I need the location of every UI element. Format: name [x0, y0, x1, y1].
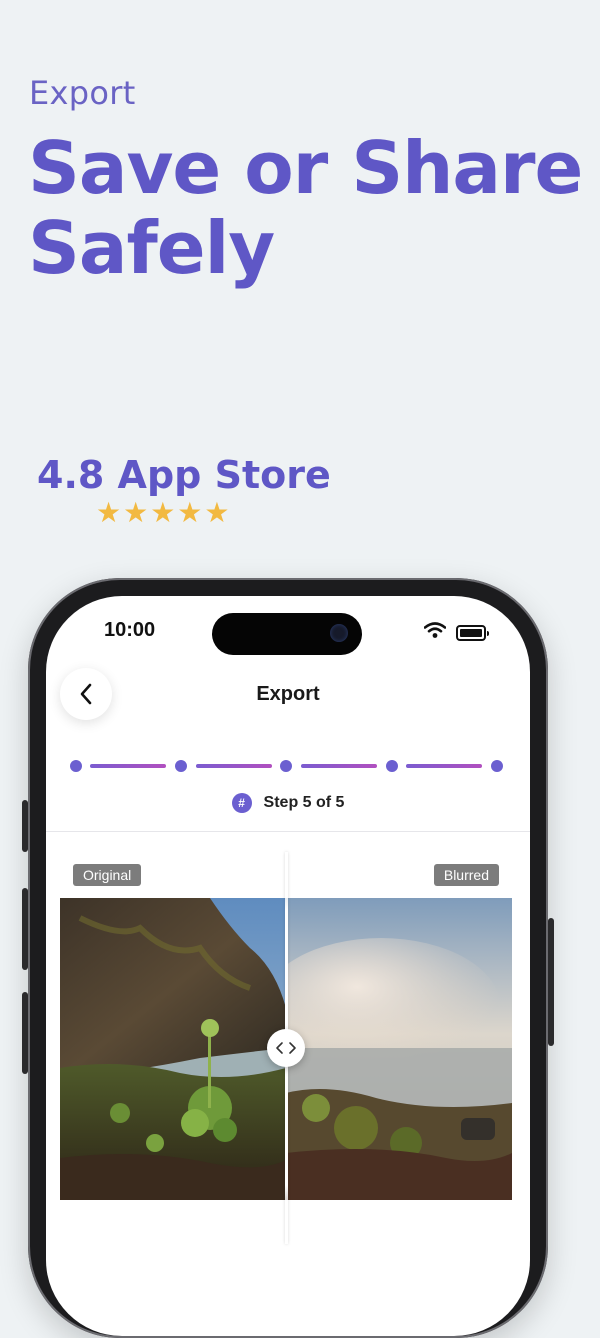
rating-stars: ★★★★★ — [96, 496, 232, 529]
camera-icon — [330, 624, 348, 642]
promo-eyebrow: Export — [29, 74, 136, 112]
promo-headline: Save or Share Safely — [28, 126, 583, 290]
page-title: Export — [256, 683, 320, 705]
phone-screen: 10:00 Export # Step 5 of 5 Original Blur… — [46, 596, 530, 1336]
status-time: 10:00 — [104, 619, 156, 641]
divider — [46, 831, 530, 832]
step-indicator: # Step 5 of 5 — [46, 793, 530, 813]
wifi-icon — [424, 622, 446, 638]
step-dot — [175, 760, 187, 772]
comparison-handle[interactable] — [267, 1029, 305, 1067]
step-dot — [70, 760, 82, 772]
dynamic-island — [212, 613, 362, 655]
step-label: Step 5 of 5 — [263, 794, 345, 811]
original-tag: Original — [73, 864, 142, 886]
hash-icon: # — [231, 793, 252, 813]
step-dot — [491, 760, 503, 772]
rating-text: 4.8 App Store — [37, 453, 331, 497]
progress-stepper — [68, 758, 508, 774]
step-line — [90, 764, 166, 768]
step-dot — [280, 760, 292, 772]
original-photo — [60, 898, 286, 1200]
phone-side-button — [22, 800, 28, 852]
blurred-tag: Blurred — [433, 864, 499, 886]
step-line — [196, 764, 272, 768]
blurred-photo — [286, 898, 512, 1200]
battery-icon — [456, 625, 489, 641]
step-dot — [386, 760, 398, 772]
step-line — [301, 764, 377, 768]
phone-side-button — [548, 918, 554, 1046]
left-right-arrows-icon — [276, 1042, 296, 1054]
phone-side-button — [22, 992, 28, 1074]
step-line — [406, 764, 482, 768]
phone-side-button — [22, 888, 28, 970]
